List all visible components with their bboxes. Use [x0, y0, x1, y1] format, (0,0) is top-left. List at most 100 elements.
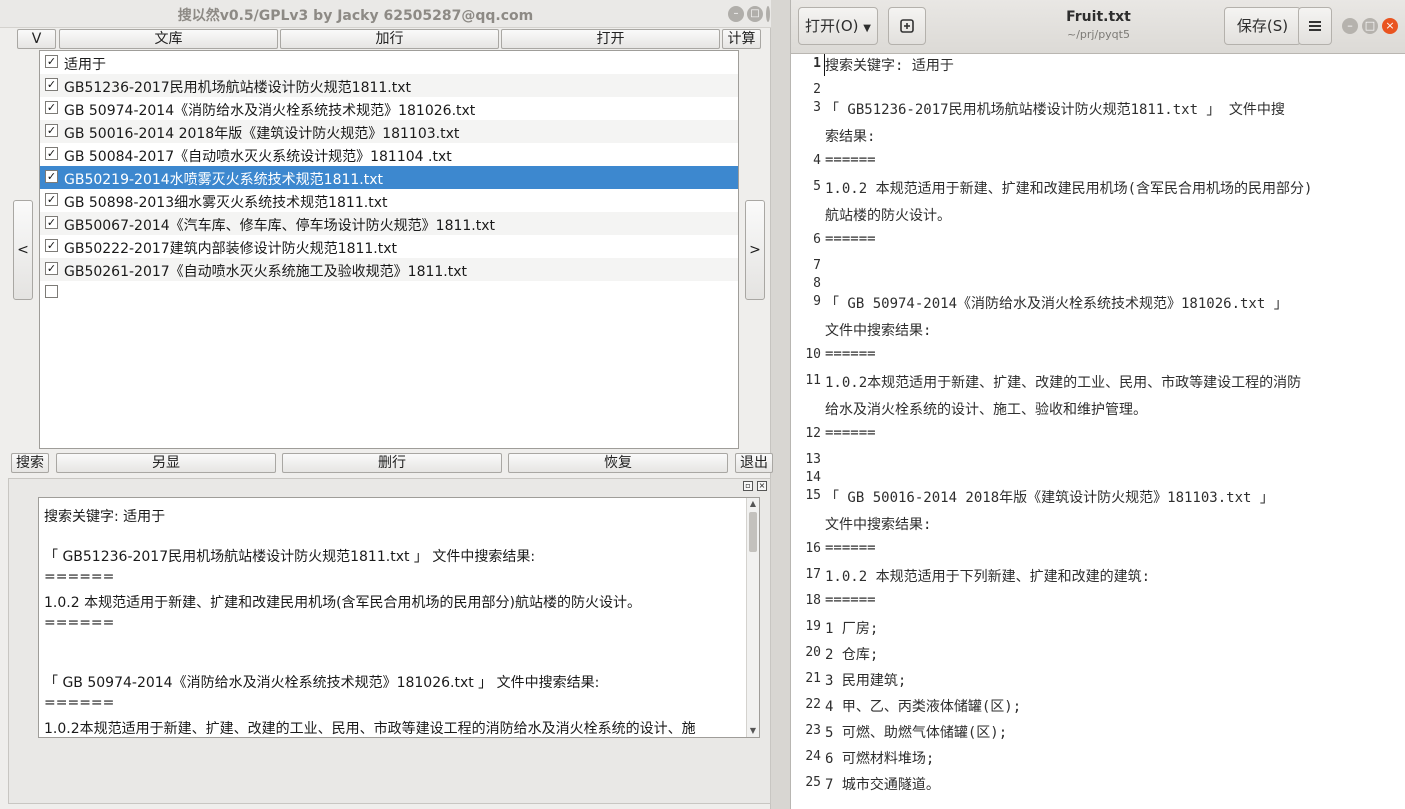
editor-line: 「 GB 50016-2014 2018年版《建筑设计防火规范》181103.t… [825, 490, 1274, 506]
row-checkbox[interactable]: ✓ [45, 216, 58, 229]
gedit-minimize-icon[interactable]: – [1342, 18, 1358, 34]
file-list-label: GB50219-2014水喷雾灭火系统技术规范1811.txt [64, 172, 384, 188]
editor-line: 1 厂房; [825, 621, 879, 637]
file-list-label: GB 50084-2017《自动喷水灭火系统设计规范》181104 .txt [64, 149, 452, 165]
editor-line: 6 可燃材料堆场; [825, 751, 935, 767]
result-text-area[interactable]: 搜索关键字: 适用于 「 GB51236-2017民用机场航站楼设计防火规范18… [38, 497, 760, 738]
file-list-row[interactable] [40, 281, 738, 304]
open-menu-button[interactable]: 打开(O) ▼ [798, 7, 878, 45]
open-button[interactable]: 打开 [501, 29, 720, 49]
result-line: ====== [44, 615, 115, 631]
file-list-row[interactable]: ✓ GB 50084-2017《自动喷水灭火系统设计规范》181104 .txt [40, 143, 738, 166]
result-line: 「 GB 50974-2014《消防给水及消火栓系统技术规范》181026.tx… [44, 675, 600, 691]
editor-line-wrap: 给水及消火栓系统的设计、施工、验收和维护管理。 [825, 402, 1147, 418]
left-app-window: 搜以然v0.5/GPLv3 by Jacky 62505287@qq.com –… [0, 0, 773, 809]
close-icon[interactable] [766, 6, 770, 22]
line-number: 6 [813, 232, 821, 247]
prev-button[interactable]: < [13, 200, 33, 300]
file-list-label: GB50222-2017建筑内部装修设计防火规范1811.txt [64, 241, 398, 257]
line-number: 12 [805, 426, 821, 441]
line-number: 10 [805, 347, 821, 362]
v-button[interactable]: V [17, 29, 56, 49]
row-checkbox[interactable]: ✓ [45, 101, 58, 114]
file-list-row[interactable]: ✓ GB 50016-2014 2018年版《建筑设计防火规范》181103.tx… [40, 120, 738, 143]
line-number: 9 [813, 294, 821, 309]
scroll-up-icon[interactable]: ▲ [747, 498, 759, 510]
left-title-bar[interactable]: 搜以然v0.5/GPLv3 by Jacky 62505287@qq.com –… [0, 0, 771, 28]
line-number: 21 [805, 671, 821, 686]
file-list-row[interactable]: ✓ 适用于 [40, 51, 738, 74]
library-button[interactable]: 文库 [59, 29, 278, 49]
editor-line: ====== [825, 231, 876, 247]
line-number: 24 [805, 749, 821, 764]
add-line-button[interactable]: 加行 [280, 29, 499, 49]
editor-line: ====== [825, 425, 876, 441]
line-number: 20 [805, 645, 821, 660]
exit-button[interactable]: 退出 [735, 453, 773, 473]
next-button[interactable]: > [745, 200, 765, 300]
editor-line: 2 仓库; [825, 647, 879, 663]
save-button[interactable]: 保存(S) [1224, 7, 1301, 45]
editor-line-wrap: 航站楼的防火设计。 [825, 208, 951, 224]
file-list-label: GB 50898-2013细水雾灭火系统技术规范1811.txt [64, 195, 388, 211]
line-number: 15 [805, 488, 821, 503]
text-editor[interactable]: 1 2 3 4 5 6 7 8 9 10 11 12 13 14 15 16 17 18 19 20 21 22 23 24 2… [791, 54, 1405, 809]
row-checkbox[interactable] [45, 285, 58, 298]
dock-close-icon[interactable]: × [757, 481, 767, 491]
line-number-gutter: 1 2 3 4 5 6 7 8 9 10 11 12 13 14 15 16 17 18 19 20 21 22 23 24 2… [791, 54, 821, 809]
editor-line: 7 城市交通隧道。 [825, 777, 940, 793]
row-checkbox[interactable]: ✓ [45, 78, 58, 91]
file-list-row[interactable]: ✓ GB 50974-2014《消防给水及消火栓系统技术规范》181026.txt [40, 97, 738, 120]
open-menu-label: 打开(O) [805, 17, 859, 35]
line-number: 4 [813, 153, 821, 168]
new-document-button[interactable] [888, 7, 926, 45]
line-number: 19 [805, 619, 821, 634]
row-checkbox[interactable]: ✓ [45, 239, 58, 252]
gedit-header-bar[interactable]: 打开(O) ▼ Fruit.txt ~/prj/pyqt5 保存(S) – □ … [791, 0, 1405, 54]
row-checkbox[interactable]: ✓ [45, 147, 58, 160]
scroll-down-icon[interactable]: ▼ [747, 725, 759, 737]
result-line: 搜索关键字: 适用于 [44, 509, 166, 525]
result-line: 1.0.2本规范适用于新建、扩建、改建的工业、民用、市政等建设工程的消防给水及消… [44, 721, 696, 737]
float-icon[interactable]: ▫ [743, 481, 753, 491]
row-checkbox[interactable]: ✓ [45, 55, 58, 68]
file-list-row[interactable]: ✓ GB50067-2014《汽车库、修车库、停车场设计防火规范》1811.txt [40, 212, 738, 235]
file-list-row[interactable]: ✓ GB50219-2014水喷雾灭火系统技术规范1811.txt [40, 166, 738, 189]
hamburger-menu-button[interactable] [1298, 7, 1332, 45]
delete-line-button[interactable]: 删行 [282, 453, 502, 473]
file-list-label: GB50261-2017《自动喷水灭火系统施工及验收规范》1811.txt [64, 264, 468, 280]
menu-icon [1309, 21, 1321, 31]
file-list-row[interactable]: ✓ GB50261-2017《自动喷水灭火系统施工及验收规范》1811.txt [40, 258, 738, 281]
editor-line: 3 民用建筑; [825, 673, 907, 689]
text-cursor [824, 54, 825, 76]
result-line: ====== [44, 695, 115, 711]
file-list-row[interactable]: ✓ GB 50898-2013细水雾灭火系统技术规范1811.txt [40, 189, 738, 212]
calc-button[interactable]: 计算 [722, 29, 761, 49]
editor-line: 搜索关键字: 适用于 [825, 58, 954, 74]
file-list: ✓ 适用于 ✓ GB51236-2017民用机场航站楼设计防火规范1811.txt ✓ G… [39, 50, 739, 449]
search-button[interactable]: 搜索 [11, 453, 49, 473]
gedit-close-icon[interactable]: × [1382, 18, 1398, 34]
alt-show-button[interactable]: 另显 [56, 453, 276, 473]
row-checkbox[interactable]: ✓ [45, 193, 58, 206]
editor-line-wrap: 文件中搜索结果: [825, 517, 932, 533]
editor-line: 1.0.2 本规范适用于下列新建、扩建和改建的建筑: [825, 569, 1150, 585]
minimize-icon[interactable]: – [728, 6, 744, 22]
result-line: 1.0.2 本规范适用于新建、扩建和改建民用机场(含军民合用机场的民用部分)航站… [44, 595, 641, 611]
file-list-label: GB 50974-2014《消防给水及消火栓系统技术规范》181026.txt [64, 103, 476, 119]
gedit-window: 打开(O) ▼ Fruit.txt ~/prj/pyqt5 保存(S) – □ … [790, 0, 1405, 809]
row-checkbox[interactable]: ✓ [45, 170, 58, 183]
line-number: 3 [813, 100, 821, 115]
restore-button[interactable]: 恢复 [508, 453, 728, 473]
editor-line: 「 GB51236-2017民用机场航站楼设计防火规范1811.txt 」 文件… [825, 102, 1285, 118]
file-list-row[interactable]: ✓ GB50222-2017建筑内部装修设计防火规范1811.txt [40, 235, 738, 258]
result-scrollbar[interactable]: ▲ ▼ [746, 498, 759, 737]
gedit-maximize-icon[interactable]: □ [1362, 18, 1378, 34]
left-window-title: 搜以然v0.5/GPLv3 by Jacky 62505287@qq.com [177, 8, 534, 24]
file-list-row[interactable]: ✓ GB51236-2017民用机场航站楼设计防火规范1811.txt [40, 74, 738, 97]
row-checkbox[interactable]: ✓ [45, 124, 58, 137]
row-checkbox[interactable]: ✓ [45, 262, 58, 275]
maximize-icon[interactable]: □ [747, 6, 763, 22]
editor-line-wrap: 文件中搜索结果: [825, 323, 932, 339]
scroll-thumb[interactable] [749, 512, 757, 552]
